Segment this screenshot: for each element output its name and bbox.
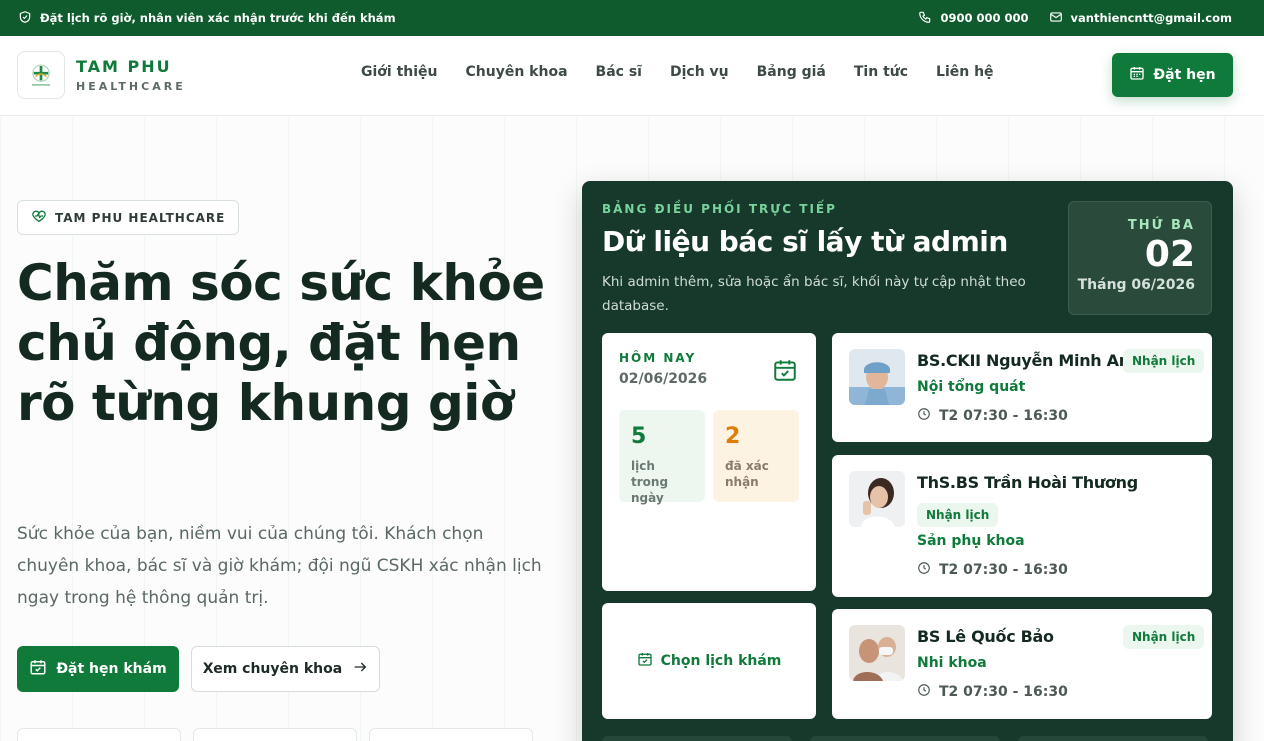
- dashboard-title: Dữ liệu bác sĩ lấy từ admin: [602, 225, 1008, 258]
- doctor-specialty: Nội tổng quát: [917, 379, 1026, 395]
- nav-item-dich-vu[interactable]: Dịch vụ: [670, 64, 729, 80]
- stat-appointments-today: 5 lịch trong ngày: [619, 410, 705, 505]
- doctor-specialty: Nhi khoa: [917, 655, 987, 671]
- view-specialties-button[interactable]: Xem chuyên khoa: [191, 646, 380, 692]
- calendar-check-icon: [637, 651, 653, 671]
- doctor-name: ThS.BS Trần Hoài Thương: [917, 473, 1138, 492]
- phone-text: 0900 000 000: [940, 11, 1029, 25]
- doctor-name: BS.CKII Nguyễn Minh An: [917, 351, 1130, 370]
- hero-pill: TAM PHU HEALTHCARE: [17, 200, 240, 235]
- doctor-hours-text: T2 07:30 - 16:30: [939, 684, 1068, 700]
- nav-item-bac-si[interactable]: Bác sĩ: [596, 64, 642, 80]
- accepting-badge: Nhận lịch: [1123, 349, 1205, 373]
- clock-icon: [917, 407, 931, 425]
- stat-value: 5: [631, 424, 647, 449]
- date-box: THỨ BA 02 Tháng 06/2026: [1068, 201, 1212, 315]
- brand-name: TAM PHU: [76, 57, 172, 76]
- doctor-name: BS Lê Quốc Bảo: [917, 627, 1054, 646]
- month-year: Tháng 06/2026: [1077, 277, 1195, 293]
- main-nav: Giới thiệu Chuyên khoa Bác sĩ Dịch vụ Bả…: [361, 64, 994, 80]
- panel-card: [810, 736, 1000, 741]
- today-kicker: HÔM NAY: [619, 351, 697, 365]
- logo[interactable]: [17, 51, 65, 99]
- calendar-icon: [1129, 65, 1145, 85]
- brand-sub: HEALTHCARE: [76, 80, 186, 93]
- book-button-label: Đặt hẹn: [1153, 67, 1216, 83]
- day-of-week: THỨ BA: [1127, 218, 1195, 233]
- accepting-badge: Nhận lịch: [917, 503, 999, 527]
- calendar-check-icon: [772, 357, 798, 383]
- heart-pulse-icon: [31, 208, 47, 227]
- top-notice: Đặt lịch rõ giờ, nhân viên xác nhận trướ…: [40, 11, 396, 25]
- email-link[interactable]: vanthiencntt@gmail.com: [1049, 10, 1232, 27]
- doctor-hours: T2 07:30 - 16:30: [917, 561, 1068, 579]
- shield-check-icon: [18, 10, 32, 27]
- live-dashboard: BẢNG ĐIỀU PHỐI TRỰC TIẾP Dữ liệu bác sĩ …: [582, 181, 1233, 741]
- choose-schedule-label: Chọn lịch khám: [660, 653, 782, 669]
- phone-icon: [918, 10, 932, 27]
- top-bar: Đặt lịch rõ giờ, nhân viên xác nhận trướ…: [0, 0, 1264, 36]
- feature-card: [17, 728, 181, 741]
- nav-item-tin-tuc[interactable]: Tin tức: [854, 64, 908, 80]
- hero-headline: Chăm sóc sức khỏe chủ động, đặt hẹn rõ t…: [17, 254, 545, 432]
- dashboard-description: Khi admin thêm, sửa hoặc ẩn bác sĩ, khối…: [602, 274, 1026, 314]
- view-specialties-label: Xem chuyên khoa: [202, 661, 343, 677]
- mail-icon: [1049, 10, 1063, 27]
- clock-icon: [917, 561, 931, 579]
- doctor-specialty: Sản phụ khoa: [917, 533, 1025, 549]
- today-date: 02/06/2026: [619, 371, 708, 387]
- doctor-card[interactable]: BS Lê Quốc Bảo Nhận lịch Nhi khoa T2 07:…: [832, 609, 1212, 719]
- calendar-check-icon: [29, 658, 47, 680]
- doctor-hours-text: T2 07:30 - 16:30: [939, 562, 1068, 578]
- stat-value: 2: [725, 424, 741, 449]
- hero-pill-label: TAM PHU HEALTHCARE: [55, 210, 226, 225]
- nav-item-gioi-thieu[interactable]: Giới thiệu: [361, 64, 438, 80]
- book-appointment-label: Đặt hẹn khám: [56, 661, 167, 677]
- hero-lead: Sức khỏe của bạn, niềm vui của chúng tôi…: [17, 524, 542, 608]
- email-text: vanthiencntt@gmail.com: [1070, 11, 1232, 25]
- today-card: HÔM NAY 02/06/2026 5 lịch trong ngày 2 đ…: [602, 333, 816, 591]
- day-number: 02: [1144, 234, 1195, 275]
- panel-card: [1018, 736, 1208, 741]
- feature-card: [193, 728, 357, 741]
- phone-link[interactable]: 0900 000 000: [918, 10, 1029, 27]
- brand[interactable]: TAM PHU HEALTHCARE: [76, 57, 186, 93]
- book-appointment-button[interactable]: Đặt hẹn khám: [17, 646, 179, 692]
- nav-item-bang-gia[interactable]: Bảng giá: [757, 64, 826, 80]
- doctor-photo: [849, 349, 905, 405]
- nav-item-lien-he[interactable]: Liên hệ: [936, 64, 994, 80]
- panel-card: [602, 736, 792, 741]
- choose-schedule-button[interactable]: Chọn lịch khám: [602, 603, 816, 719]
- accepting-badge: Nhận lịch: [1123, 625, 1205, 649]
- arrow-right-icon: [352, 659, 368, 679]
- stat-label: lịch trong ngày: [631, 459, 669, 505]
- doctor-hours: T2 07:30 - 16:30: [917, 683, 1068, 701]
- stat-label: đã xác nhận: [725, 459, 769, 489]
- clock-icon: [917, 683, 931, 701]
- stat-confirmed: 2 đã xác nhận: [713, 410, 799, 502]
- doctor-card[interactable]: ThS.BS Trần Hoài Thương Nhận lịch Sản ph…: [832, 455, 1212, 597]
- doctor-hours: T2 07:30 - 16:30: [917, 407, 1068, 425]
- doctor-photo: [849, 471, 905, 527]
- book-button[interactable]: Đặt hẹn: [1112, 53, 1233, 97]
- site-header: TAM PHU HEALTHCARE Giới thiệu Chuyên kho…: [0, 36, 1264, 116]
- feature-card: [369, 728, 533, 741]
- dashboard-kicker: BẢNG ĐIỀU PHỐI TRỰC TIẾP: [602, 202, 837, 216]
- doctor-card[interactable]: BS.CKII Nguyễn Minh An Nhận lịch Nội tổn…: [832, 333, 1212, 442]
- doctor-photo: [849, 625, 905, 681]
- nav-item-chuyen-khoa[interactable]: Chuyên khoa: [466, 64, 568, 80]
- doctor-hours-text: T2 07:30 - 16:30: [939, 408, 1068, 424]
